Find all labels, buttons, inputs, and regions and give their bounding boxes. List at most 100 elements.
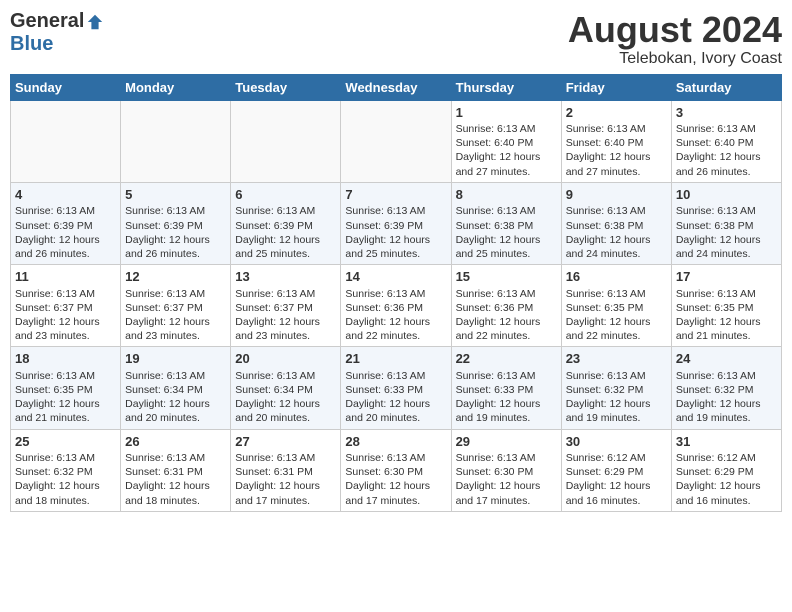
day-content-line: Sunrise: 6:13 AM	[125, 452, 205, 464]
day-content-line: and 27 minutes.	[566, 166, 641, 178]
day-number: 13	[235, 268, 336, 286]
calendar-day-30: 30Sunrise: 6:12 AMSunset: 6:29 PMDayligh…	[561, 429, 671, 511]
day-content-line: Daylight: 12 hours	[235, 398, 320, 410]
calendar-day-19: 19 Sunrise: 6:13 AM Sunset: 6:34 PM Dayligh…	[121, 347, 231, 429]
calendar-day-25: 25Sunrise: 6:13 AMSunset: 6:32 PMDayligh…	[11, 429, 121, 511]
day-content-line: Sunrise: 6:13 AM	[676, 123, 756, 135]
day-content-line: Sunrise: 6:13 AM	[15, 452, 95, 464]
day-number: 3	[676, 104, 777, 122]
calendar-table: SundayMondayTuesdayWednesdayThursdayFrid…	[10, 74, 782, 512]
day-content-line: Sunset: 6:38 PM	[676, 220, 754, 232]
day-number: 19	[125, 350, 226, 368]
day-content-line: Sunset: 6:35 PM	[566, 302, 644, 314]
day-content-line: and 26 minutes.	[15, 248, 90, 260]
day-number: 16	[566, 268, 667, 286]
calendar-day-26: 26Sunrise: 6:13 AMSunset: 6:31 PMDayligh…	[121, 429, 231, 511]
day-content-line: and 26 minutes.	[125, 248, 200, 260]
day-content-line: Sunrise: 6:13 AM	[235, 452, 315, 464]
day-content-line: and 27 minutes.	[456, 166, 531, 178]
calendar-week-row: 1Sunrise: 6:13 AMSunset: 6:40 PMDaylight…	[11, 100, 782, 182]
day-content-line: Daylight: 12 hours	[566, 234, 651, 246]
day-header-friday: Friday	[561, 74, 671, 100]
logo-general-text: General	[10, 10, 84, 33]
day-content-line: and 22 minutes.	[566, 330, 641, 342]
day-content-line: Sunset: 6:34 PM	[235, 384, 313, 396]
day-content-line: Sunrise: 6:13 AM	[456, 288, 536, 300]
day-content-line: Sunrise: 6:13 AM	[235, 370, 315, 382]
day-content-line: Sunrise: 6:13 AM	[235, 288, 315, 300]
calendar-header-row: SundayMondayTuesdayWednesdayThursdayFrid…	[11, 74, 782, 100]
day-content-line: Sunrise: 6:13 AM	[566, 370, 646, 382]
day-number: 11	[15, 268, 116, 286]
day-content-line: Daylight: 12 hours	[676, 398, 761, 410]
day-header-saturday: Saturday	[671, 74, 781, 100]
day-content-line: and 17 minutes.	[235, 495, 310, 507]
day-content-line: Sunset: 6:32 PM	[566, 384, 644, 396]
calendar-day-13: 13Sunrise: 6:13 AMSunset: 6:37 PMDayligh…	[231, 265, 341, 347]
day-content-line: Sunset: 6:32 PM	[676, 384, 754, 396]
day-content-line: Daylight: 12 hours	[345, 480, 430, 492]
day-number: 22	[456, 350, 557, 368]
calendar-day-12: 12Sunrise: 6:13 AMSunset: 6:37 PMDayligh…	[121, 265, 231, 347]
day-number: 25	[15, 433, 116, 451]
calendar-day-3: 3Sunrise: 6:13 AMSunset: 6:40 PMDaylight…	[671, 100, 781, 182]
calendar-day-27: 27Sunrise: 6:13 AMSunset: 6:31 PMDayligh…	[231, 429, 341, 511]
day-number: 2	[566, 104, 667, 122]
day-header-thursday: Thursday	[451, 74, 561, 100]
day-content-line: Sunrise: 6:13 AM	[566, 123, 646, 135]
day-content-line: Daylight: 12 hours	[676, 480, 761, 492]
day-content-line: Daylight: 12 hours	[676, 316, 761, 328]
day-content-line: Sunset: 6:37 PM	[125, 302, 203, 314]
calendar-day-21: 21Sunrise: 6:13 AMSunset: 6:33 PMDayligh…	[341, 347, 451, 429]
day-number: 5	[125, 186, 226, 204]
day-content-line: and 16 minutes.	[676, 495, 751, 507]
day-content-line: and 20 minutes.	[235, 412, 310, 424]
day-content-line: Daylight: 12 hours	[125, 480, 210, 492]
day-content-line: Sunrise: 6:13 AM	[125, 370, 205, 382]
day-number: 28	[345, 433, 446, 451]
day-content-line: Sunrise: 6:13 AM	[456, 452, 536, 464]
day-content-line: Sunrise: 6:13 AM	[235, 205, 315, 217]
day-number: 17	[676, 268, 777, 286]
calendar-day-17: 17Sunrise: 6:13 AMSunset: 6:35 PMDayligh…	[671, 265, 781, 347]
day-number: 26	[125, 433, 226, 451]
day-content-line: Sunrise: 6:13 AM	[345, 370, 425, 382]
day-content-line: Daylight: 12 hours	[566, 316, 651, 328]
day-content-line: Sunrise: 6:13 AM	[566, 205, 646, 217]
day-content-line: Sunset: 6:40 PM	[676, 137, 754, 149]
day-content-line: Daylight: 12 hours	[456, 480, 541, 492]
day-content-line: Daylight: 12 hours	[456, 151, 541, 163]
calendar-day-20: 20 Sunrise: 6:13 AM Sunset: 6:34 PM Dayligh…	[231, 347, 341, 429]
calendar-day-8: 8Sunrise: 6:13 AMSunset: 6:38 PMDaylight…	[451, 182, 561, 264]
day-content-line: Sunset: 6:36 PM	[345, 302, 423, 314]
day-number: 6	[235, 186, 336, 204]
calendar-day-empty	[121, 100, 231, 182]
title-section: August 2024 Telebokan, Ivory Coast	[568, 10, 782, 68]
day-content-line: Sunset: 6:33 PM	[456, 384, 534, 396]
day-content-line: and 19 minutes.	[456, 412, 531, 424]
calendar-day-11: 11Sunrise: 6:13 AMSunset: 6:37 PMDayligh…	[11, 265, 121, 347]
calendar-day-empty	[231, 100, 341, 182]
calendar-day-18: 18Sunrise: 6:13 AMSunset: 6:35 PMDayligh…	[11, 347, 121, 429]
day-content-line: Daylight: 12 hours	[235, 480, 320, 492]
day-header-monday: Monday	[121, 74, 231, 100]
day-content-line: Daylight: 12 hours	[125, 316, 210, 328]
day-content-line: Daylight: 12 hours	[125, 398, 210, 410]
day-number: 30	[566, 433, 667, 451]
logo-icon	[86, 13, 104, 31]
day-content-line: Sunrise: 6:13 AM	[456, 205, 536, 217]
calendar-day-2: 2Sunrise: 6:13 AMSunset: 6:40 PMDaylight…	[561, 100, 671, 182]
day-number: 20	[235, 350, 336, 368]
calendar-day-14: 14Sunrise: 6:13 AMSunset: 6:36 PMDayligh…	[341, 265, 451, 347]
calendar-day-10: 10Sunrise: 6:13 AMSunset: 6:38 PMDayligh…	[671, 182, 781, 264]
logo: General Blue	[10, 10, 104, 56]
day-content-line: Sunrise: 6:13 AM	[15, 205, 95, 217]
day-content-line: Sunset: 6:34 PM	[125, 384, 203, 396]
day-number: 15	[456, 268, 557, 286]
day-content-line: Sunrise: 6:13 AM	[456, 370, 536, 382]
day-content-line: Sunset: 6:29 PM	[566, 466, 644, 478]
day-number: 18	[15, 350, 116, 368]
day-content-line: and 25 minutes.	[235, 248, 310, 260]
day-content-line: Daylight: 12 hours	[676, 234, 761, 246]
day-content-line: Sunset: 6:29 PM	[676, 466, 754, 478]
